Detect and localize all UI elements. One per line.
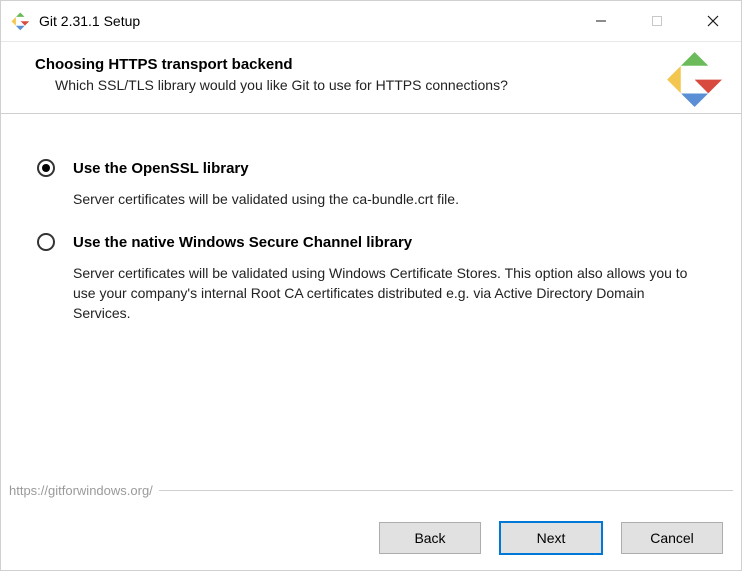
- option-schannel-desc: Server certificates will be validated us…: [73, 263, 701, 323]
- window-controls: [573, 1, 741, 41]
- page-title: Choosing HTTPS transport backend: [35, 56, 717, 73]
- back-button[interactable]: Back: [379, 522, 481, 554]
- minimize-button[interactable]: [573, 1, 629, 41]
- page-subtitle: Which SSL/TLS library would you like Git…: [35, 77, 717, 93]
- close-button[interactable]: [685, 1, 741, 41]
- option-openssl-label: Use the OpenSSL library: [73, 159, 701, 179]
- button-bar: Back Next Cancel: [1, 506, 741, 570]
- git-icon: [667, 52, 723, 108]
- footer-url[interactable]: https://gitforwindows.org/: [9, 483, 733, 498]
- option-schannel[interactable]: Use the native Windows Secure Channel li…: [73, 233, 701, 323]
- options-panel: Use the OpenSSL library Server certifica…: [1, 121, 741, 480]
- window-title: Git 2.31.1 Setup: [39, 13, 140, 29]
- wizard-header: Choosing HTTPS transport backend Which S…: [1, 42, 741, 114]
- option-openssl-desc: Server certificates will be validated us…: [73, 189, 701, 209]
- radio-openssl[interactable]: [37, 159, 55, 177]
- radio-schannel[interactable]: [37, 233, 55, 251]
- footer-divider: [159, 490, 733, 491]
- option-schannel-label: Use the native Windows Secure Channel li…: [73, 233, 701, 253]
- next-button[interactable]: Next: [499, 521, 603, 555]
- cancel-button[interactable]: Cancel: [621, 522, 723, 554]
- app-icon: [11, 12, 29, 30]
- titlebar: Git 2.31.1 Setup: [1, 1, 741, 42]
- option-openssl[interactable]: Use the OpenSSL library Server certifica…: [73, 159, 701, 209]
- maximize-button: [629, 1, 685, 41]
- footer-url-text: https://gitforwindows.org/: [9, 483, 153, 498]
